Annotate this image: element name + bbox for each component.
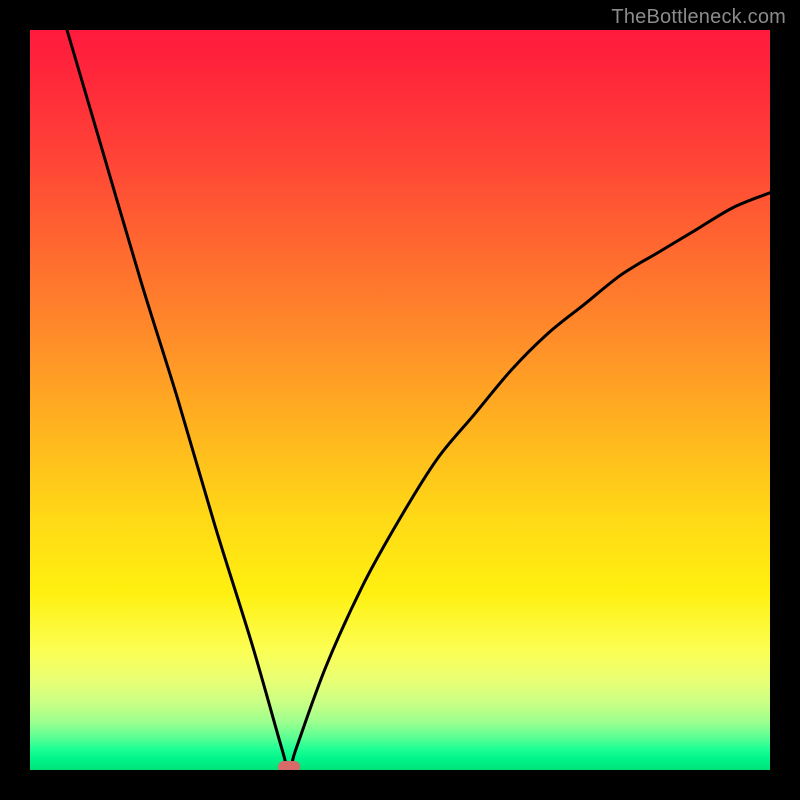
optimum-marker bbox=[278, 761, 300, 770]
watermark-text: TheBottleneck.com bbox=[611, 6, 786, 29]
plot-area bbox=[30, 30, 770, 770]
curve-path bbox=[67, 30, 770, 770]
bottleneck-curve bbox=[30, 30, 770, 770]
